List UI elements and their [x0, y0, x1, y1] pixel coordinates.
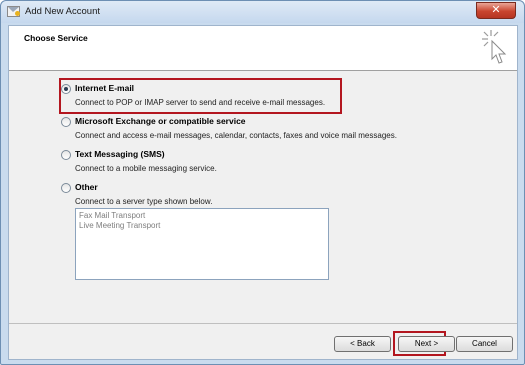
radio-exchange[interactable] — [61, 117, 71, 127]
wizard-header: Choose Service — [9, 26, 517, 71]
option-label[interactable]: Other — [75, 182, 98, 192]
dialog-body: Choose Service Internet E-mail Connect t… — [8, 25, 518, 360]
back-button[interactable]: < Back — [334, 336, 391, 352]
window-title: Add New Account — [25, 6, 100, 17]
page-title: Choose Service — [24, 33, 88, 43]
option-label[interactable]: Microsoft Exchange or compatible service — [75, 116, 246, 126]
next-button[interactable]: Next > — [398, 336, 455, 352]
server-type-list[interactable]: Fax Mail Transport Live Meeting Transpor… — [75, 208, 329, 280]
close-button[interactable]: ✕ — [476, 2, 516, 19]
option-label[interactable]: Text Messaging (SMS) — [75, 149, 165, 159]
cancel-button[interactable]: Cancel — [456, 336, 513, 352]
radio-other[interactable] — [61, 183, 71, 193]
cursor-sparkle-icon — [482, 30, 507, 64]
list-item[interactable]: Live Meeting Transport — [79, 221, 160, 230]
selection-highlight-frame — [59, 78, 342, 114]
option-description: Connect to a server type shown below. — [75, 197, 213, 206]
list-item[interactable]: Fax Mail Transport — [79, 211, 145, 220]
option-description: Connect and access e-mail messages, cale… — [75, 131, 397, 140]
title-bar[interactable]: Add New Account ✕ — [1, 1, 524, 23]
footer-divider — [9, 323, 517, 324]
add-account-dialog: Add New Account ✕ Choose Service Interne… — [0, 0, 525, 365]
option-description: Connect to a mobile messaging service. — [75, 164, 217, 173]
mail-envelope-icon — [7, 6, 20, 17]
radio-sms[interactable] — [61, 150, 71, 160]
